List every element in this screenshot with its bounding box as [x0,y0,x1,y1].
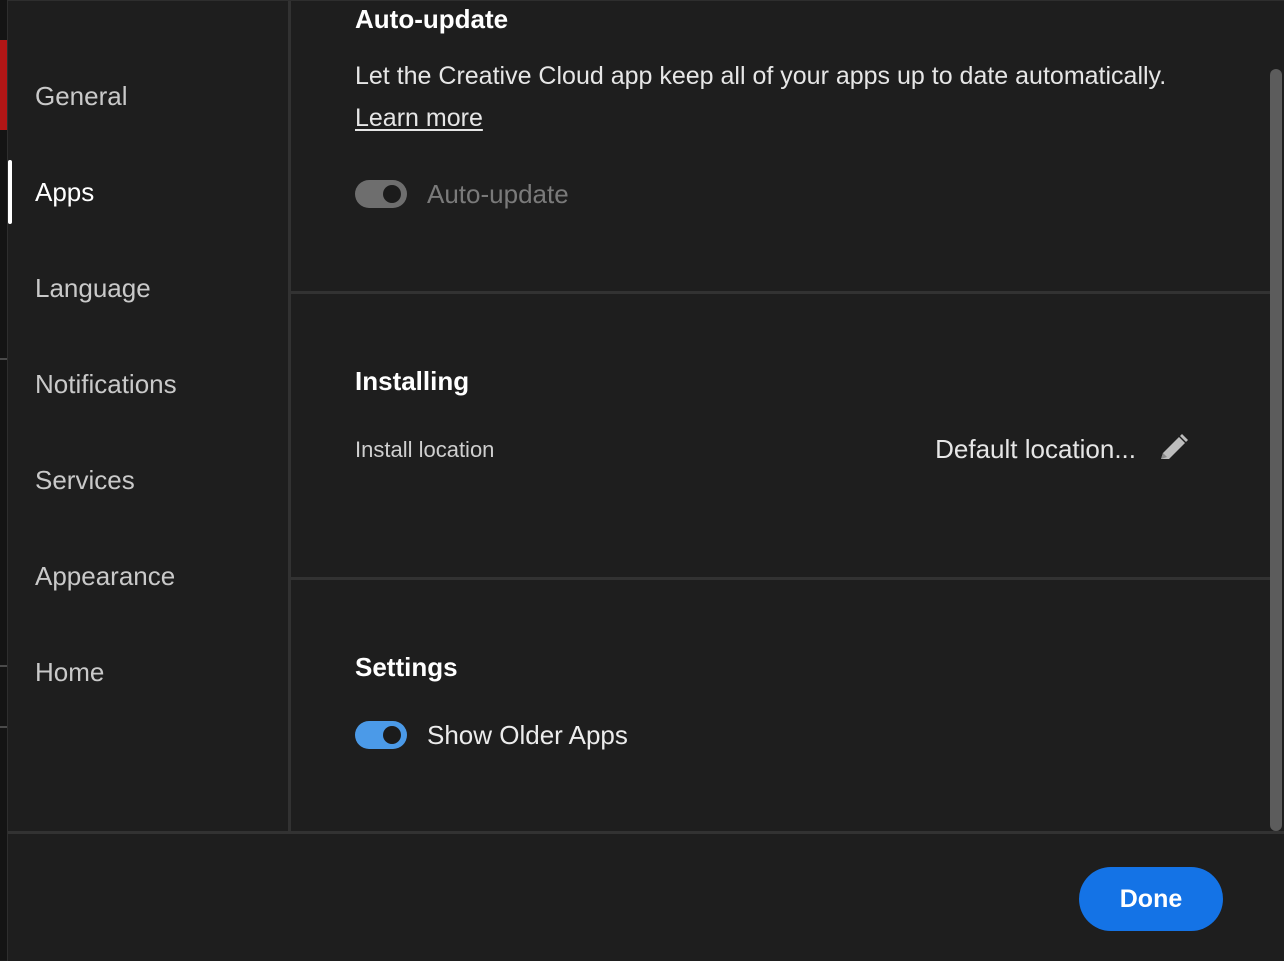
sidebar-item-appearance[interactable]: Appearance [8,544,288,608]
done-button[interactable]: Done [1079,867,1223,931]
toggle-knob [383,185,401,203]
installing-heading: Installing [355,366,470,396]
auto-update-toggle-row[interactable]: Auto-update [355,179,569,209]
install-location-value: Default location... [935,434,1136,464]
pencil-icon[interactable] [1153,429,1193,469]
auto-update-description: Let the Creative Cloud app keep all of y… [355,55,1235,139]
sidebar-item-language[interactable]: Language [8,256,288,320]
sidebar-item-services[interactable]: Services [8,448,288,512]
sidebar-item-home[interactable]: Home [8,640,288,704]
auto-update-description-text: Let the Creative Cloud app keep all of y… [355,62,1167,90]
sidebar-item-general[interactable]: General [8,64,288,128]
settings-heading: Settings [355,652,458,682]
show-older-apps-label: Show Older Apps [427,719,628,750]
section-divider [291,291,1270,294]
install-location-label: Install location [355,437,495,462]
auto-update-toggle-label: Auto-update [427,178,569,209]
toggle-knob [383,726,401,744]
content-scrollbar[interactable] [1270,69,1282,831]
auto-update-heading: Auto-update [355,4,509,34]
show-older-apps-toggle[interactable] [355,721,407,749]
auto-update-toggle[interactable] [355,180,407,208]
footer-divider [8,831,1284,834]
sidebar-item-apps[interactable]: Apps [8,160,288,224]
sidebar-item-notifications[interactable]: Notifications [8,352,288,416]
preferences-content: Auto-update Let the Creative Cloud app k… [291,1,1270,831]
section-divider [291,577,1270,580]
show-older-apps-toggle-row[interactable]: Show Older Apps [355,720,628,750]
learn-more-link[interactable]: Learn more [355,104,483,132]
preferences-sidebar: General Apps Language Notifications Serv… [8,1,291,831]
preferences-dialog: General Apps Language Notifications Serv… [7,0,1284,961]
